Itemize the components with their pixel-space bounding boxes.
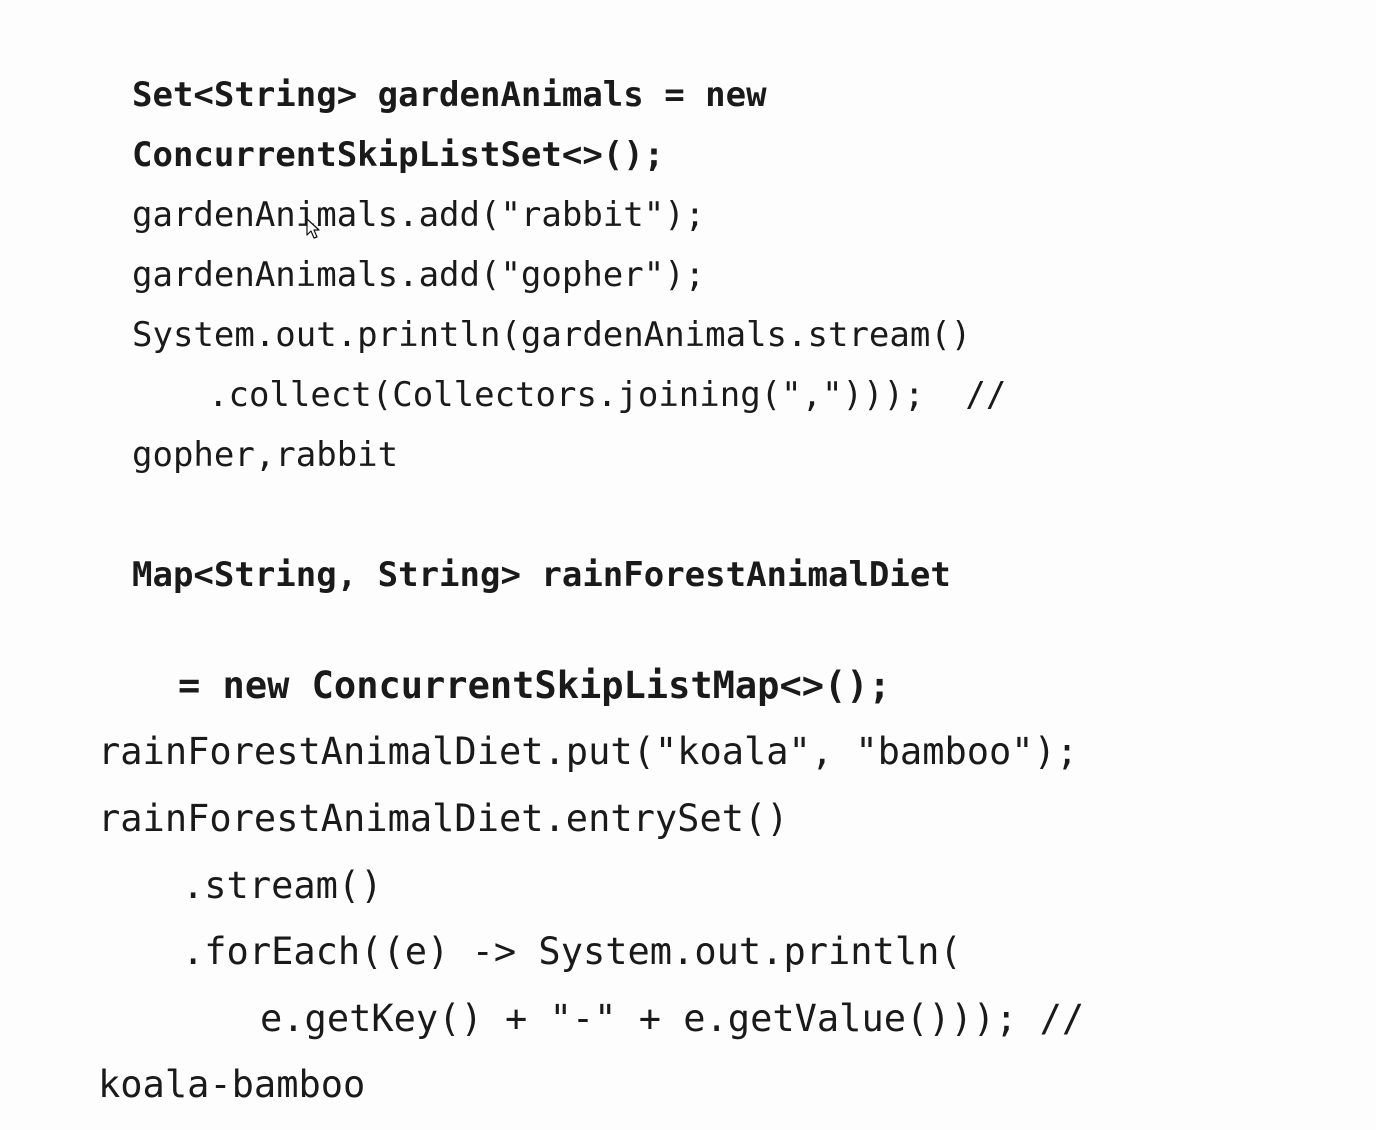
code-line: .collect(Collectors.joining(","))); // — [208, 375, 1007, 415]
code-line: = new ConcurrentSkipListMap<>(); — [178, 664, 891, 707]
code-line: gardenAnimals.add("rabbit"); — [132, 195, 706, 235]
code-line: gopher,rabbit — [132, 435, 399, 475]
code-line: gardenAnimals.add("gopher"); — [132, 255, 706, 295]
slide-page: Set<String> gardenAnimals = new Concurre… — [0, 0, 1376, 1130]
code-line: rainForestAnimalDiet.put("koala", "bambo… — [98, 730, 1079, 773]
code-line: e.getKey() + "-" + e.getValue())); // — [260, 997, 1085, 1040]
code-line: System.out.println(gardenAnimals.stream(… — [132, 315, 972, 355]
code-line: Map<String, String> rainForestAnimalDiet — [132, 555, 951, 595]
code-line: rainForestAnimalDiet.entrySet() — [98, 797, 789, 840]
code-line: Set<String> gardenAnimals = new — [132, 75, 767, 115]
code-line: koala-bamboo — [98, 1063, 366, 1106]
code-line: .forEach((e) -> System.out.println( — [182, 930, 962, 973]
code-line: ConcurrentSkipListSet<>(); — [132, 135, 665, 175]
code-line: .stream() — [182, 864, 383, 907]
mouse-pointer-icon — [306, 218, 320, 239]
